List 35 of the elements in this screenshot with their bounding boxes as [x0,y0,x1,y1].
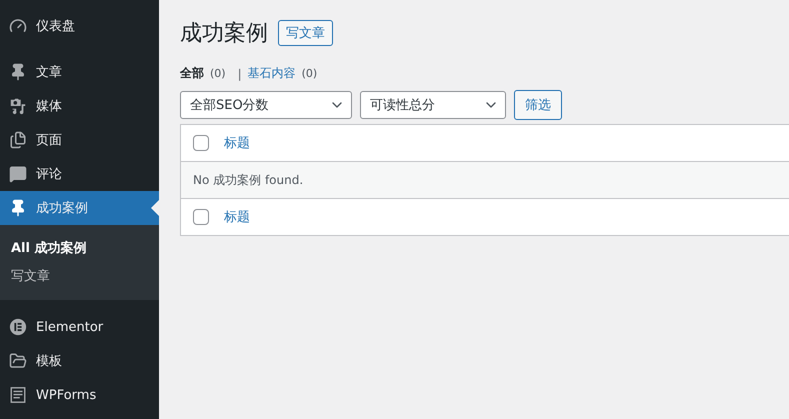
sidebar-item[interactable]: 页面 [0,123,159,157]
pin-icon [9,199,27,217]
page-title: 成功案例 [180,20,268,48]
sidebar-item[interactable]: 媒体 [0,89,159,123]
sidebar-item[interactable]: 模板 [0,344,159,378]
pages-icon [9,131,27,149]
sidebar-item[interactable]: Elementor [0,310,159,344]
sidebar-item[interactable]: 评论 [0,157,159,191]
gauge-icon [9,17,27,35]
view-link[interactable]: 基石内容 [248,65,296,82]
submenu-item[interactable]: All 成功案例 [0,234,159,262]
select-all-checkbox[interactable] [193,209,209,225]
column-header[interactable]: 标题 [224,208,250,226]
sidebar-item[interactable]: WPForms [0,378,159,412]
filter-button[interactable]: 筛选 [514,90,562,120]
filter-select[interactable]: 可读性总分 [360,91,506,119]
submenu-item[interactable]: 写文章 [0,262,159,290]
folder-icon [9,352,27,370]
filter-select[interactable]: 全部SEO分数 [180,91,352,119]
sidebar-item[interactable]: 仪表盘 [0,9,159,43]
comment-icon [9,165,27,183]
select-all-checkbox[interactable] [193,135,209,151]
media-icon [9,97,27,115]
form-icon [9,386,27,404]
sidebar-item[interactable]: 文章 [0,55,159,89]
view-count: (0) [302,67,318,80]
pin-icon [9,63,27,81]
column-header[interactable]: 标题 [224,134,250,152]
elementor-icon [9,318,27,336]
sidebar-item[interactable]: 成功案例 [0,191,159,225]
view-count: (0) [210,67,226,80]
view-link[interactable]: 全部 [180,65,204,82]
empty-message: No 成功案例 found. [193,172,304,188]
separator: | [238,66,242,80]
add-new-button[interactable]: 写文章 [278,20,333,46]
